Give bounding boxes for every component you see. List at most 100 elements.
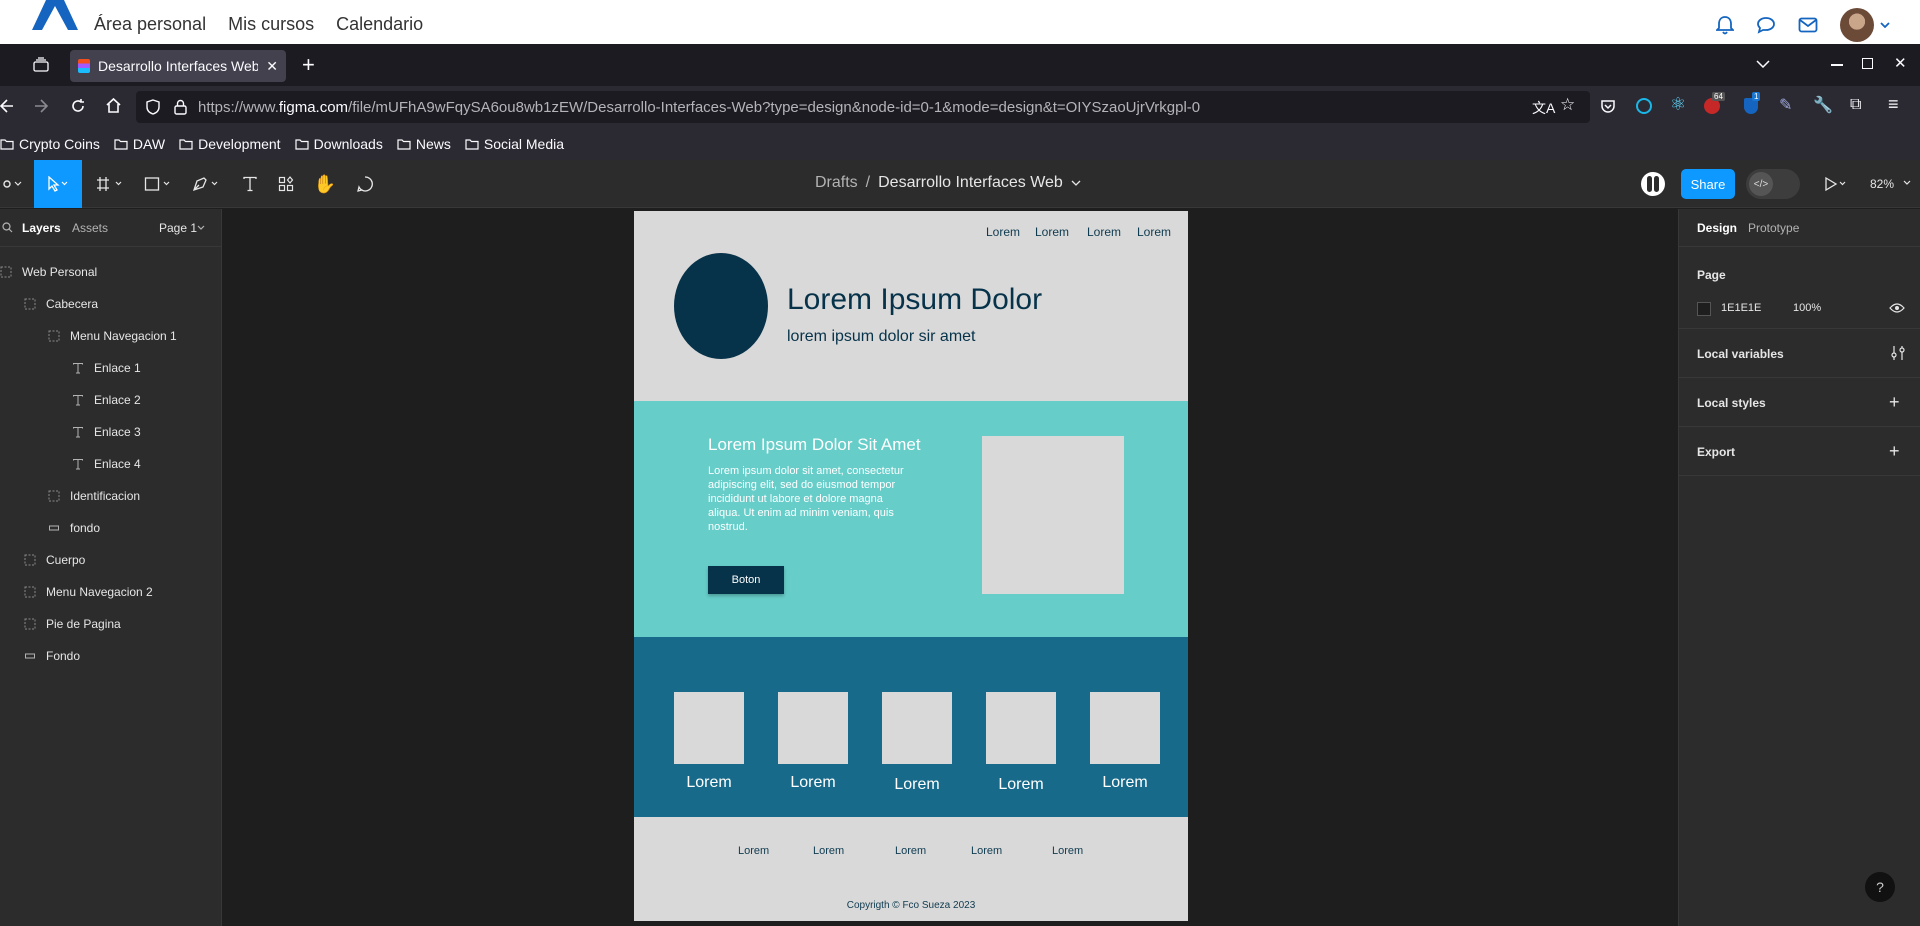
nav-link-1[interactable]: Lorem [986, 225, 1020, 239]
close-window-icon[interactable]: ✕ [1894, 54, 1907, 72]
nav-mis-cursos[interactable]: Mis cursos [228, 14, 314, 35]
comment-tool-button[interactable] [350, 160, 380, 208]
footer-link-5[interactable]: Lorem [1052, 845, 1083, 857]
shield-icon[interactable] [146, 99, 160, 115]
share-button[interactable]: Share [1681, 169, 1735, 199]
move-tool-button[interactable] [34, 160, 82, 208]
tab-design[interactable]: Design [1697, 221, 1737, 235]
variables-icon[interactable] [1891, 345, 1905, 361]
eye-icon[interactable] [1889, 302, 1905, 314]
web-personal-frame[interactable]: Lorem Lorem Lorem Lorem Lorem Ipsum Dolo… [634, 211, 1188, 921]
layer-row[interactable]: Enlace 4 [72, 448, 141, 480]
pen-tool-button[interactable] [190, 160, 224, 208]
nav-link-2[interactable]: Lorem [1035, 225, 1069, 239]
local-styles-section[interactable]: Local styles + [1679, 378, 1920, 427]
design-canvas[interactable]: Lorem Lorem Lorem Lorem Lorem Ipsum Dolo… [223, 209, 1678, 926]
nav-area-personal[interactable]: Área personal [94, 14, 206, 35]
layer-row[interactable]: Menu Navegacion 2 [24, 576, 153, 608]
card-image-5[interactable] [1090, 692, 1160, 764]
home-icon[interactable] [105, 97, 122, 114]
text-tool-button[interactable] [236, 160, 264, 208]
chevron-down-icon[interactable] [197, 225, 205, 231]
minimize-icon[interactable] [1831, 64, 1843, 66]
present-icon[interactable] [1824, 176, 1848, 192]
breadcrumb-drafts[interactable]: Drafts [815, 174, 858, 192]
nav-link-3[interactable]: Lorem [1087, 225, 1121, 239]
pocket-icon[interactable] [1600, 98, 1616, 114]
local-variables-label[interactable]: Local variables [1697, 347, 1784, 361]
new-tab-button[interactable]: + [302, 52, 315, 78]
card-label-5[interactable]: Lorem [1080, 774, 1170, 792]
nav-link-4[interactable]: Lorem [1137, 225, 1171, 239]
tab-list-icon[interactable] [1756, 60, 1770, 68]
bookmark-news[interactable]: News [397, 136, 451, 152]
copyright[interactable]: Copyrigth © Fco Sueza 2023 [634, 900, 1188, 911]
dev-mode-toggle[interactable]: </> [1746, 169, 1800, 199]
bookmark-development[interactable]: Development [179, 136, 281, 152]
bookmark-daw[interactable]: DAW [114, 136, 165, 152]
back-icon[interactable] [0, 98, 14, 114]
react-devtools-icon[interactable]: ⚛ [1670, 94, 1686, 115]
menu-navegacion-2[interactable]: Lorem Lorem Lorem Lorem Lorem [634, 637, 1188, 817]
lock-icon[interactable] [174, 99, 187, 115]
card-label-4[interactable]: Lorem [976, 776, 1066, 794]
logo-placeholder[interactable] [674, 253, 768, 359]
chevron-down-icon[interactable] [1071, 174, 1081, 192]
wrench-icon[interactable]: 🔧 [1813, 95, 1833, 115]
tab-layers[interactable]: Layers [22, 221, 61, 235]
hero-title[interactable]: Lorem Ipsum Dolor Sit Amet [708, 435, 921, 455]
add-style-icon[interactable]: + [1889, 392, 1900, 413]
translate-icon[interactable]: 文A [1532, 98, 1555, 118]
chevron-down-icon[interactable] [1880, 22, 1890, 28]
site-logo[interactable] [24, 0, 86, 30]
page-color-value[interactable]: 1E1E1E [1721, 302, 1761, 314]
design-subtitle[interactable]: lorem ipsum dolor sir amet [787, 328, 976, 346]
search-icon[interactable] [2, 222, 13, 233]
bookmark-social-media[interactable]: Social Media [465, 136, 564, 152]
hero-text[interactable]: Lorem ipsum dolor sit amet, consectetur … [708, 464, 908, 534]
footer-link-3[interactable]: Lorem [895, 845, 926, 857]
close-tab-icon[interactable]: ✕ [266, 58, 278, 75]
page-selector[interactable]: Page 1 [159, 221, 197, 235]
tab-assets[interactable]: Assets [72, 221, 108, 235]
card-label-2[interactable]: Lorem [768, 774, 858, 792]
export-section[interactable]: Export + [1679, 427, 1920, 476]
layer-row[interactable]: Cuerpo [24, 544, 85, 576]
cabecera[interactable]: Lorem Lorem Lorem Lorem Lorem Ipsum Dolo… [634, 211, 1188, 401]
card-image-2[interactable] [778, 692, 848, 764]
mail-icon[interactable] [1798, 17, 1818, 33]
bell-icon[interactable] [1716, 15, 1734, 35]
cuerpo[interactable]: Lorem Ipsum Dolor Sit Amet Lorem ipsum d… [634, 401, 1188, 637]
export-label[interactable]: Export [1697, 445, 1735, 459]
chevron-down-icon[interactable] [1903, 180, 1911, 186]
layer-row[interactable]: fondo [48, 512, 100, 544]
maximize-icon[interactable] [1862, 58, 1873, 69]
menu-icon[interactable]: ≡ [1888, 94, 1899, 115]
reload-icon[interactable] [70, 98, 86, 114]
local-variables-section[interactable]: Local variables [1679, 329, 1920, 378]
design-title[interactable]: Lorem Ipsum Dolor [787, 283, 1042, 317]
chat-icon[interactable] [1756, 16, 1776, 34]
tab-overview-icon[interactable] [33, 57, 49, 73]
help-button[interactable]: ? [1865, 872, 1895, 902]
hero-button[interactable]: Boton [708, 566, 784, 594]
layer-row[interactable]: Menu Navegacion 1 [48, 320, 177, 352]
bookmark-star-icon[interactable]: ☆ [1560, 95, 1575, 115]
card-label-1[interactable]: Lorem [664, 774, 754, 792]
bookmark-crypto-coins[interactable]: Crypto Coins [0, 136, 100, 152]
layer-row[interactable]: Enlace 2 [72, 384, 141, 416]
nav-calendario[interactable]: Calendario [336, 14, 423, 35]
footer-link-2[interactable]: Lorem [813, 845, 844, 857]
browser-tab-figma[interactable]: Desarrollo Interfaces Web ✕ [70, 50, 286, 82]
image-placeholder[interactable] [982, 436, 1124, 594]
address-bar[interactable]: https://www.figma.com/file/mUFhA9wFqySA6… [136, 91, 1590, 123]
card-label-3[interactable]: Lorem [872, 776, 962, 794]
layer-row[interactable]: Identificacion [48, 480, 140, 512]
figma-menu-button[interactable] [0, 160, 26, 208]
figma-ai-icon[interactable] [1641, 172, 1665, 196]
local-styles-label[interactable]: Local styles [1697, 396, 1766, 410]
resources-tool-button[interactable] [272, 160, 300, 208]
card-image-3[interactable] [882, 692, 952, 764]
tab-prototype[interactable]: Prototype [1748, 221, 1799, 235]
color-picker-icon[interactable]: ✎ [1779, 95, 1792, 115]
